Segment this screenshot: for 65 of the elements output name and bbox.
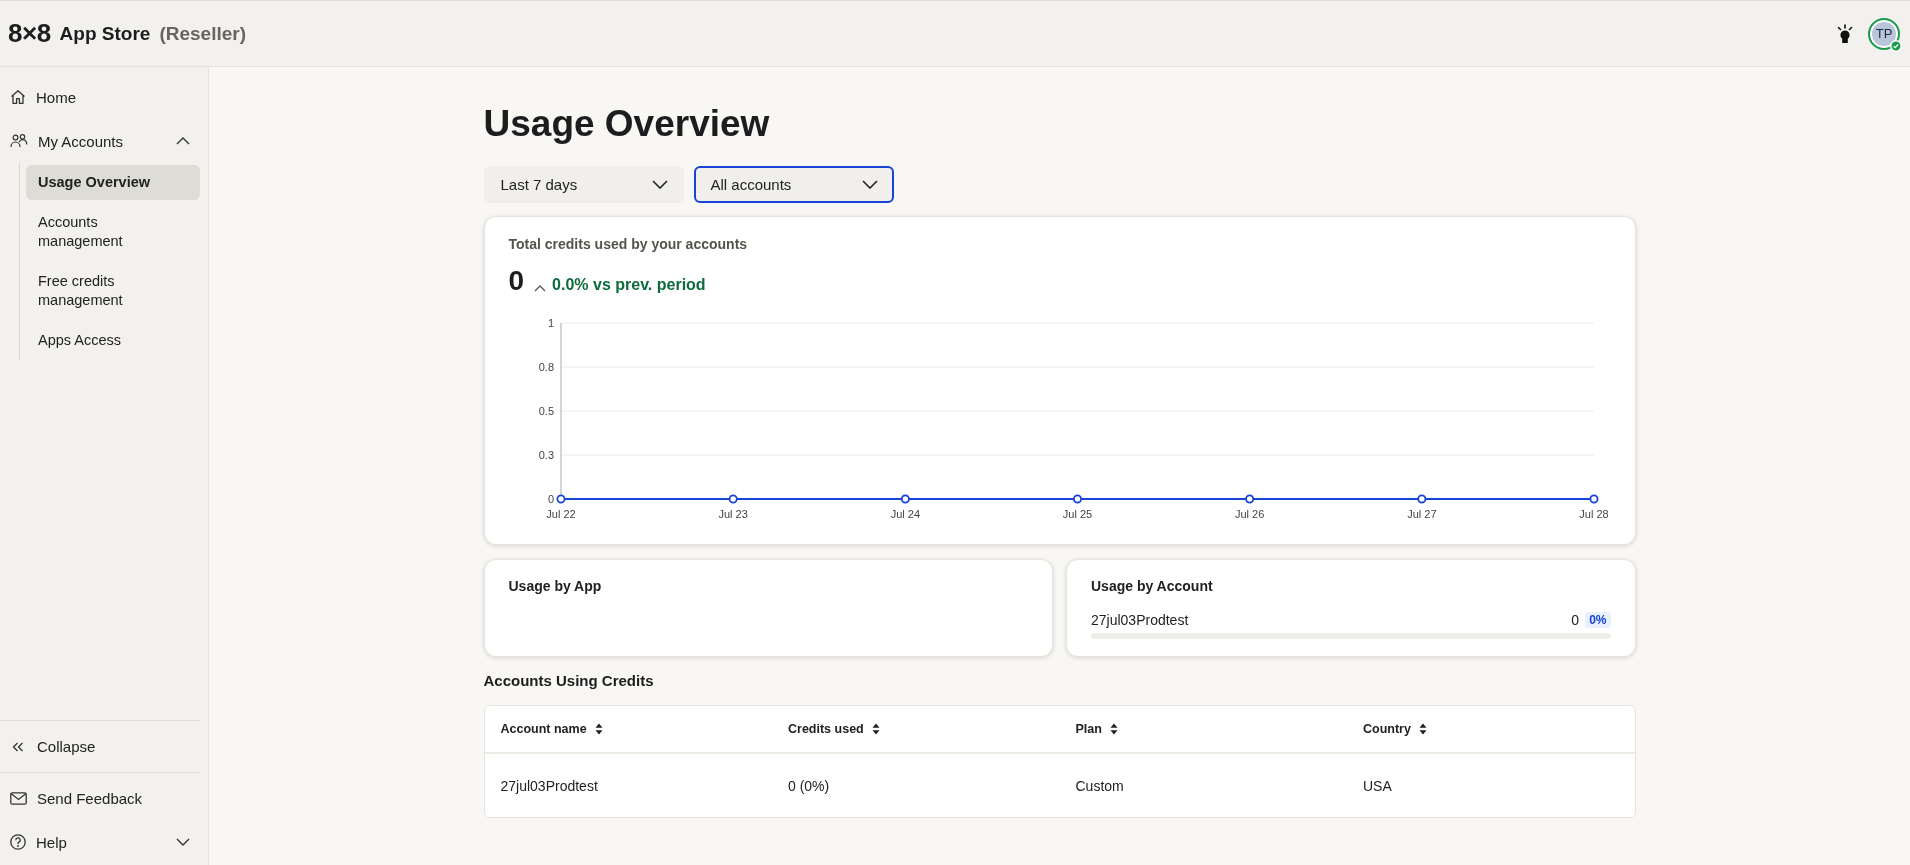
x-axis-label: Jul 26 [1234, 508, 1264, 520]
x-axis-label: Jul 25 [1062, 508, 1092, 520]
collapse-button[interactable]: Collapse [0, 720, 200, 773]
data-point [1416, 494, 1426, 504]
sidebar-item[interactable]: My Accounts [0, 119, 208, 163]
y-axis-label: 1 [547, 317, 554, 329]
column-header[interactable]: Credits used [772, 706, 1060, 753]
table-cell: 27jul03Prodtest [484, 753, 772, 817]
app-title: App Store [59, 22, 151, 45]
caret-icon [861, 180, 878, 189]
double-chevron-left-icon [12, 741, 24, 752]
page-title: Usage Overview [483, 102, 771, 146]
lightbulb-icon[interactable] [1836, 23, 1854, 44]
caret-icon [651, 180, 668, 189]
column-header[interactable]: Plan [1059, 706, 1347, 753]
home-icon [10, 89, 26, 105]
data-point [728, 494, 738, 504]
y-axis-label: 0 [547, 493, 554, 505]
data-point [1589, 494, 1598, 504]
sort-icon[interactable] [1418, 723, 1427, 735]
filter-dropdown[interactable]: All accounts [693, 166, 894, 203]
sidebar-subitem[interactable]: Accounts management [26, 205, 200, 259]
data-point [1072, 494, 1082, 504]
x-axis-label: Jul 28 [1578, 508, 1609, 520]
card-title: Usage by Account [1091, 577, 1214, 595]
people-icon [10, 133, 28, 149]
change-label: 0.0% vs prev. period [552, 276, 706, 294]
data-point [900, 494, 910, 504]
sidebar-subitem[interactable]: Free credits management [26, 264, 200, 318]
section-title: Accounts Using Credits [483, 672, 655, 690]
sort-icon[interactable] [1109, 723, 1118, 735]
sidebar-subitem[interactable]: Usage Overview [26, 165, 200, 200]
sidebar-item[interactable]: Send Feedback [0, 776, 208, 820]
y-axis-label: 0.5 [538, 405, 554, 417]
sidebar-item[interactable]: Home [0, 75, 208, 119]
x-axis-label: Jul 22 [545, 508, 576, 520]
data-point [556, 494, 565, 504]
x-axis-label: Jul 27 [1406, 508, 1436, 520]
sort-icon[interactable] [594, 723, 603, 735]
sidebar-item[interactable]: Help [0, 820, 208, 864]
table-cell: Custom [1059, 753, 1347, 817]
percentage-tag: 0% [1585, 612, 1611, 628]
table-cell: 0 (0%) [772, 753, 1060, 817]
y-axis-label: 0.3 [538, 449, 554, 461]
credits-value: 0 [1571, 612, 1580, 628]
help-icon [10, 834, 26, 850]
user-avatar[interactable]: TP [1868, 17, 1900, 50]
mail-icon [10, 791, 27, 805]
role-label: (Reseller) [159, 22, 246, 45]
check-badge-icon [1890, 39, 1902, 52]
column-header[interactable]: Country [1347, 706, 1635, 753]
card-title: Usage by App [508, 577, 603, 595]
logo[interactable]: 8×8 [8, 18, 51, 49]
total-credits: 0 [508, 265, 525, 297]
x-axis-label: Jul 23 [718, 508, 748, 520]
data-point [1244, 494, 1254, 504]
account-name: 27jul03Prodtest [1091, 612, 1189, 628]
filter-dropdown[interactable]: Last 7 days [483, 166, 684, 203]
card-title: Total credits used by your accounts [508, 235, 749, 253]
sidebar-subitem[interactable]: Apps Access [26, 323, 200, 358]
sort-icon[interactable] [871, 723, 880, 735]
y-axis-label: 0.8 [538, 361, 554, 373]
table-cell: USA [1347, 753, 1635, 817]
column-header[interactable]: Account name [484, 706, 772, 753]
x-axis-label: Jul 24 [890, 508, 920, 520]
